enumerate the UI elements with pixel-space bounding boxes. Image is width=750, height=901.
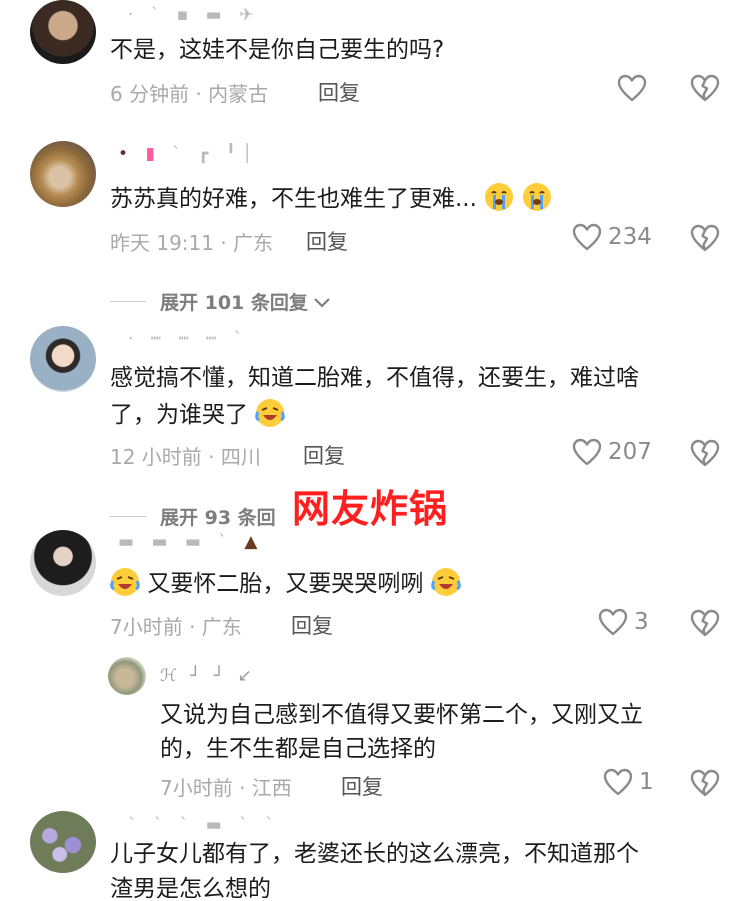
comment-text: 感觉搞不懂，知道二胎难，不值得，还要生，难过啥 [110,365,639,391]
comment-text: 又要怀二胎，又要哭哭咧咧 [110,565,461,603]
reply-button[interactable]: 回复 [341,771,383,801]
like-button[interactable]: 3 [598,608,649,636]
avatar[interactable] [30,0,96,64]
comment-text: 儿子女儿都有了，老婆还长的这么漂亮，不知道那个 [110,841,639,867]
divider [110,516,146,517]
like-count: 3 [634,609,649,635]
like-button[interactable]: 1 [603,768,654,796]
username[interactable]: ▬ ▬ ▬ ˋ ▲ [118,532,263,552]
like-count: 207 [608,439,652,465]
reply-button[interactable]: 回复 [318,77,360,107]
avatar[interactable] [30,530,96,596]
overlay-caption: 网友炸锅 [292,487,449,531]
like-button[interactable] [617,74,647,102]
broken-heart-icon[interactable] [690,439,720,467]
heart-outline-icon [598,608,628,636]
heart-outline-icon [572,438,602,466]
comment-text-body: 苏苏真的好难，不生也难生了更难... [110,186,477,212]
broken-heart-icon[interactable] [690,224,720,252]
like-count: 234 [608,224,652,250]
reply-button[interactable]: 回复 [291,610,333,640]
avatar[interactable] [30,326,96,392]
broken-heart-icon[interactable] [690,74,720,102]
comment-meta: 7小时前 · 广东 [110,615,242,639]
crying-laughing-emoji [255,399,286,427]
reply-text: 的，生不生都是自己选择的 [160,736,436,762]
username[interactable]: • ▮ ˋ ┏ ╹│ [118,144,258,164]
comment-meta: 6 分钟前 · 内蒙古 [110,82,269,106]
like-count: 1 [639,769,654,795]
avatar[interactable] [30,811,96,873]
crying-laughing-emoji [110,568,140,596]
crying-laughing-emoji [430,568,461,596]
expand-replies-button[interactable]: 展开 101 条回复 [110,288,332,315]
comment-meta: 昨天 19:11 · 广东 [110,231,274,255]
heart-outline-icon [603,768,633,796]
reply-avatar[interactable] [108,657,146,695]
chevron-down-icon [314,297,330,308]
avatar[interactable] [30,141,96,207]
expand-label: 展开 93 条回 [160,507,276,529]
like-button[interactable]: 234 [572,223,652,251]
comment-text-body: 了，为谁哭了 [110,402,248,428]
divider [110,301,146,302]
reply-meta: 7小时前 · 江西 [160,776,292,800]
reply-text: 又说为自己感到不值得又要怀第二个，又刚又立 [160,702,643,728]
heart-outline-icon [572,223,602,251]
username[interactable]: · ┉ ┉ ┉ ˋ [128,329,248,349]
expand-label: 展开 101 条回复 [160,292,308,314]
comment-text: 了，为谁哭了 [110,396,286,434]
username[interactable]: · ˋ ▪ ▬ ✈ [128,5,259,25]
comment-text: 不是，这娃不是你自己要生的吗? [110,37,445,63]
crying-face-emoji [522,183,551,211]
comment-text: 苏苏真的好难，不生也难生了更难... [110,180,552,218]
crying-face-emoji [485,183,514,211]
broken-heart-icon[interactable] [690,609,720,637]
expand-replies-button[interactable]: 展开 93 条回 [110,503,276,530]
heart-outline-icon [617,74,647,102]
broken-heart-icon[interactable] [690,769,720,797]
username[interactable]: ˋ ˋ ˋ ▬ ˋ ˋ [128,815,280,835]
reply-username[interactable]: ℋ ┘ ┘ ↙ [160,666,256,686]
comment-text-body: 又要怀二胎，又要哭哭咧咧 [147,571,424,597]
comment-meta: 12 小时前 · 四川 [110,445,261,469]
reply-button[interactable]: 回复 [303,440,345,470]
comment-text: 渣男是怎么想的 [110,876,271,901]
reply-button[interactable]: 回复 [306,226,348,256]
like-button[interactable]: 207 [572,438,652,466]
